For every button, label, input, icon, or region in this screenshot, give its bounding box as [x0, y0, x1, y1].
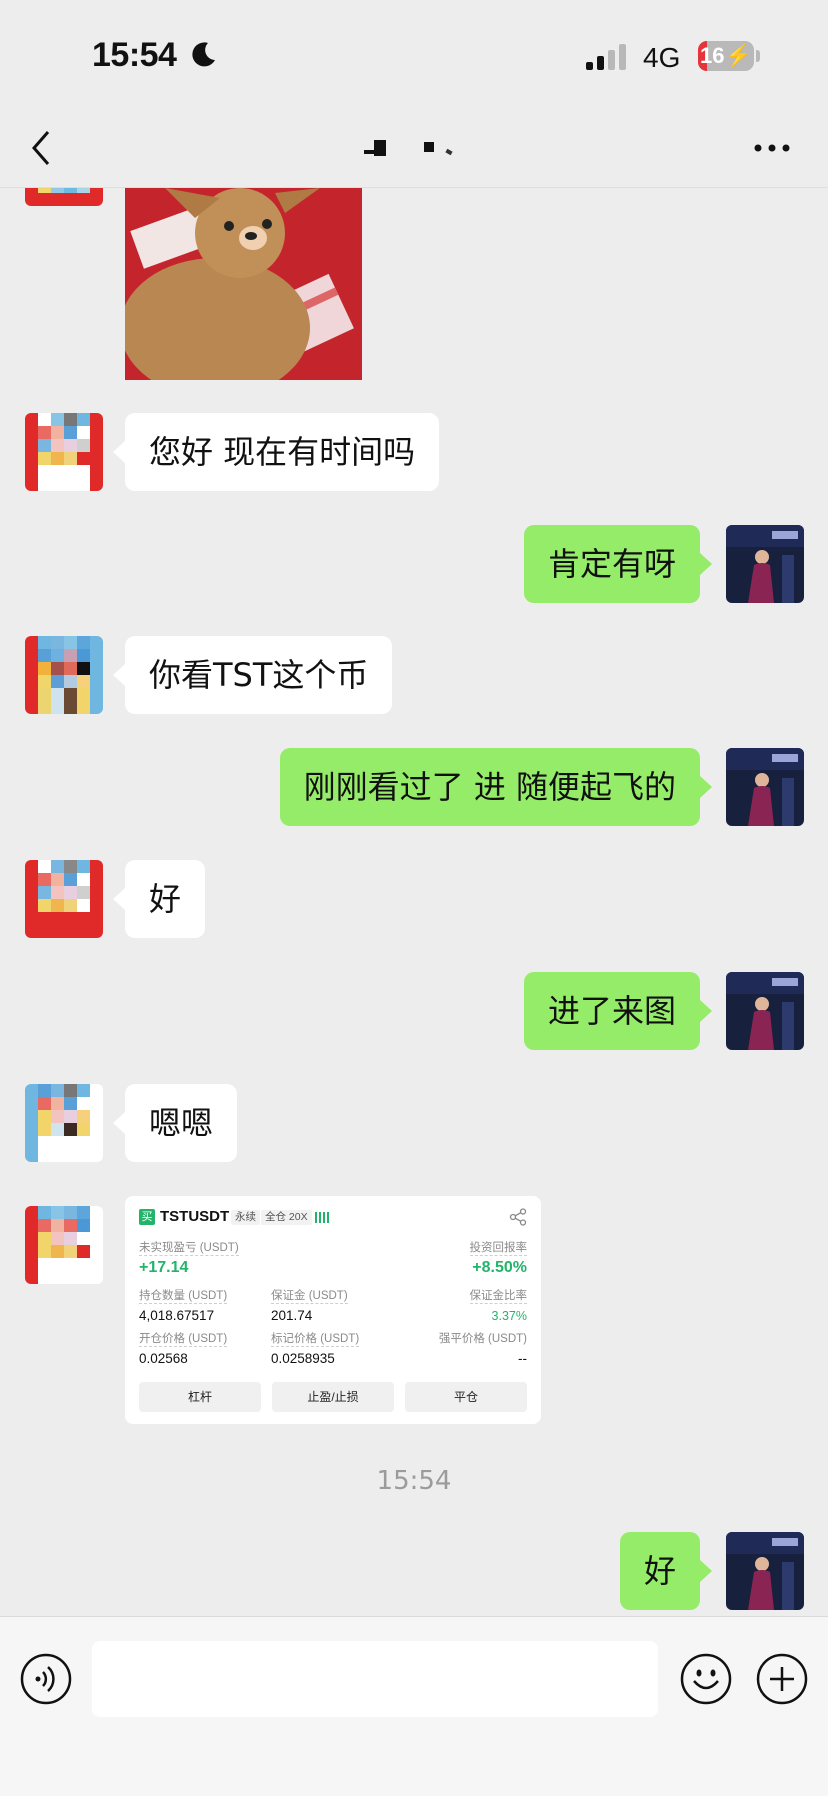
user-avatar[interactable] — [726, 1532, 804, 1610]
input-bar — [0, 1616, 828, 1796]
battery-charging-icon: 16⚡ — [698, 41, 754, 71]
message-timestamp: 15:54 — [376, 1466, 452, 1496]
message-bubble-outgoing[interactable]: 刚刚看过了 进 随便起飞的 — [279, 748, 713, 826]
battery-level: 16⚡ — [700, 43, 752, 68]
contact-avatar[interactable] — [25, 413, 103, 491]
network-type: 4G — [643, 42, 681, 73]
user-avatar[interactable] — [726, 525, 804, 603]
user-avatar[interactable] — [726, 972, 804, 1050]
chat-header — [0, 110, 828, 188]
contact-avatar[interactable] — [25, 188, 103, 206]
leverage-bars-icon — [315, 1210, 329, 1223]
position-size-label: 持仓数量 (USDT) — [139, 1290, 228, 1304]
margin-value: 201.74 — [271, 1308, 313, 1323]
chat-messages[interactable]: 您好 现在有时间吗 肯定有呀 你看TST这个币 刚刚看过了 进 随便起飞的 好 … — [0, 188, 828, 1616]
more-dots-icon[interactable] — [752, 138, 792, 158]
liq-price-label: 强平价格 (USDT) — [438, 1333, 527, 1345]
battery-tip — [756, 50, 760, 62]
emoji-icon[interactable] — [680, 1653, 732, 1705]
contact-name — [364, 134, 464, 164]
unrealized-pnl-value: +17.14 — [139, 1259, 189, 1276]
message-bubble-incoming[interactable]: 嗯嗯 — [112, 1084, 238, 1162]
margin-ratio-label: 保证金比率 — [469, 1290, 527, 1304]
contact-avatar[interactable] — [25, 860, 103, 938]
chevron-left-icon[interactable] — [26, 128, 60, 168]
contact-avatar[interactable] — [25, 1084, 103, 1162]
message-bubble-incoming[interactable]: 您好 现在有时间吗 — [112, 413, 440, 491]
contact-avatar[interactable] — [25, 1206, 103, 1284]
position-size-value: 4,018.67517 — [139, 1308, 215, 1323]
message-input[interactable] — [92, 1641, 658, 1717]
margin-ratio-value: 3.37% — [491, 1309, 527, 1323]
roi-value: +8.50% — [472, 1259, 527, 1276]
contract-type-tag: 永续 — [231, 1210, 260, 1225]
user-avatar[interactable] — [726, 748, 804, 826]
leverage-button[interactable]: 杠杆 — [139, 1382, 261, 1412]
plus-icon[interactable] — [756, 1653, 808, 1705]
mark-price-label: 标记价格 (USDT) — [271, 1333, 360, 1347]
status-time: 15:54 — [92, 36, 177, 74]
entry-price-label: 开仓价格 (USDT) — [139, 1333, 228, 1347]
roi-label: 投资回报率 — [469, 1242, 527, 1256]
buy-badge: 买 — [139, 1209, 155, 1225]
message-bubble-incoming[interactable]: 好 — [112, 860, 206, 938]
voice-icon[interactable] — [20, 1653, 72, 1705]
mark-price-value: 0.0258935 — [271, 1351, 335, 1366]
moon-icon — [192, 42, 215, 67]
unrealized-pnl-label: 未实现盈亏 (USDT) — [139, 1242, 239, 1256]
message-bubble-outgoing[interactable]: 进了来图 — [523, 972, 713, 1050]
message-bubble-outgoing[interactable]: 肯定有呀 — [523, 525, 713, 603]
trade-position-card[interactable]: 买 TSTUSDT 永续 全仓 20X 未实现盈亏 (USDT) +17.14 … — [125, 1196, 541, 1424]
signal-icon — [586, 44, 626, 70]
trade-symbol: TSTUSDT — [160, 1208, 230, 1225]
message-bubble-incoming[interactable]: 你看TST这个币 — [112, 636, 393, 714]
liq-price-value: -- — [518, 1351, 527, 1366]
image-message[interactable] — [125, 188, 362, 380]
tp-sl-button[interactable]: 止盈/止损 — [272, 1382, 394, 1412]
status-bar: 15:54 4G 16⚡ — [0, 0, 828, 110]
redacted-name-icon — [364, 140, 453, 156]
message-bubble-outgoing[interactable]: 好 — [619, 1532, 713, 1610]
entry-price-value: 0.02568 — [139, 1351, 188, 1366]
share-icon[interactable] — [509, 1208, 527, 1226]
margin-label: 保证金 (USDT) — [271, 1290, 348, 1304]
close-position-button[interactable]: 平仓 — [405, 1382, 527, 1412]
margin-mode-tag: 全仓 20X — [261, 1210, 312, 1225]
contact-avatar[interactable] — [25, 636, 103, 714]
